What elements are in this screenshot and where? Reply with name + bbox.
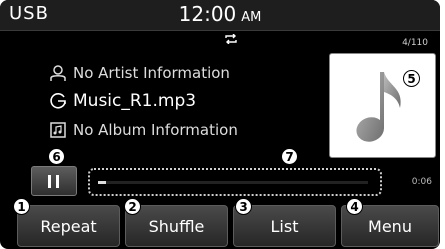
music-note-icon xyxy=(356,72,401,142)
clock-ampm: AM xyxy=(241,10,262,25)
callout-1: 1 xyxy=(13,198,30,215)
music-file-icon xyxy=(50,93,66,109)
callout-2: 2 xyxy=(124,198,141,215)
progress-track xyxy=(98,181,368,184)
album-icon xyxy=(50,122,66,138)
album-art xyxy=(329,53,436,158)
title-row: Music_R1.mp3 xyxy=(49,91,196,111)
repeat-icon xyxy=(225,34,237,44)
progress-bar[interactable] xyxy=(88,168,382,196)
progress-fill xyxy=(98,181,107,184)
elapsed-time: 0:06 xyxy=(411,177,432,187)
shuffle-button[interactable]: Shuffle xyxy=(125,205,228,247)
album-name: No Album Information xyxy=(73,121,238,139)
track-counter: 4/110 xyxy=(402,38,428,48)
callout-5: 5 xyxy=(403,70,420,87)
status-bar: USB 12:00 AM xyxy=(0,0,440,31)
callout-4: 4 xyxy=(346,198,363,215)
track-title: Music_R1.mp3 xyxy=(73,91,197,111)
callout-7: 7 xyxy=(281,148,298,165)
artist-name: No Artist Information xyxy=(73,64,230,82)
album-row: No Album Information xyxy=(49,121,238,139)
play-pause-button[interactable] xyxy=(31,166,77,196)
head-unit-screen: USB 12:00 AM 4/110 No Artist Information … xyxy=(0,0,440,249)
callout-6: 6 xyxy=(48,148,65,165)
clock: 12:00 AM xyxy=(0,2,440,26)
callout-3: 3 xyxy=(235,198,252,215)
artist-row: No Artist Information xyxy=(49,64,230,82)
clock-time: 12:00 xyxy=(178,2,237,26)
repeat-button[interactable]: Repeat xyxy=(17,205,120,247)
person-icon xyxy=(50,65,66,81)
